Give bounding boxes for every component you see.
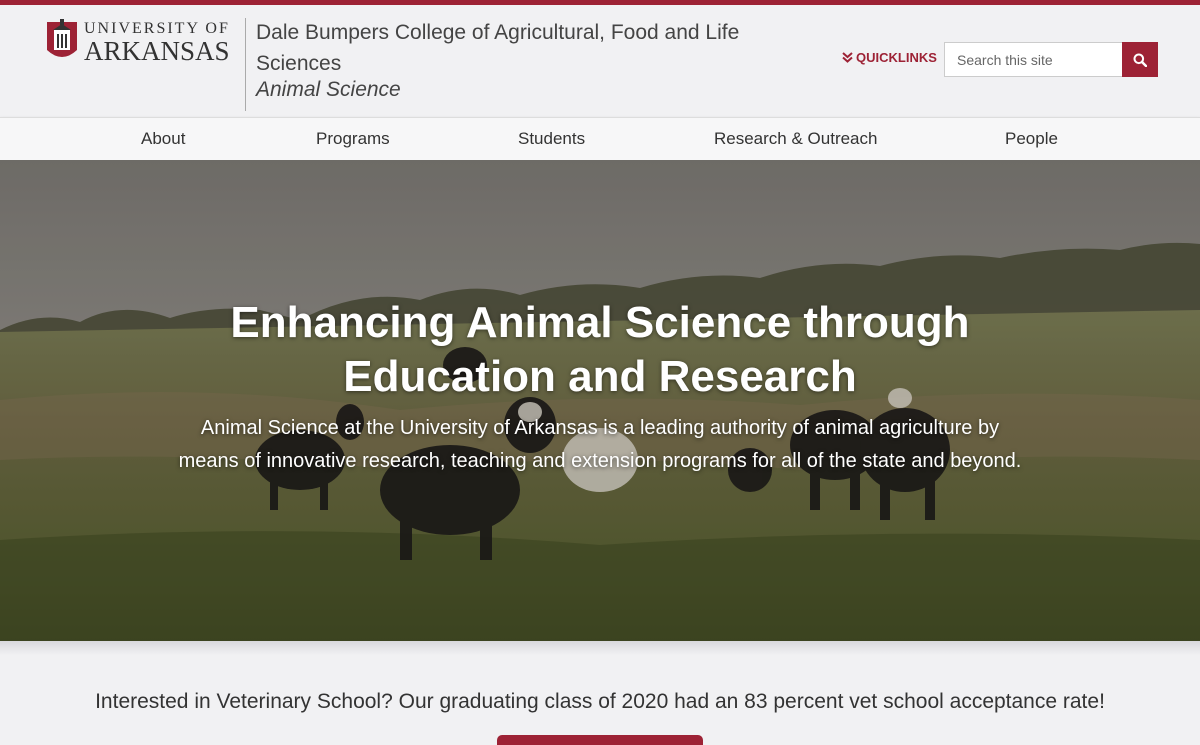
nav-item-people[interactable]: People bbox=[1005, 129, 1058, 149]
nav-item-programs[interactable]: Programs bbox=[316, 129, 390, 149]
college-name-link[interactable]: Dale Bumpers College of Agricultural, Fo… bbox=[256, 17, 776, 79]
university-logo-link[interactable]: UNIVERSITY OF ARKANSAS bbox=[46, 18, 236, 66]
department-name-link[interactable]: Animal Science bbox=[256, 78, 401, 102]
hero-title: Enhancing Animal Science through Educati… bbox=[150, 296, 1050, 404]
double-chevron-down-icon bbox=[842, 52, 853, 63]
hero-description: Animal Science at the University of Arka… bbox=[178, 417, 1022, 472]
vet-school-callout: Interested in Veterinary School? Our gra… bbox=[95, 690, 1105, 713]
quicklinks-label: QUICKLINKS bbox=[856, 50, 937, 65]
nav-item-research-outreach[interactable]: Research & Outreach bbox=[714, 129, 877, 149]
callout-button[interactable] bbox=[497, 735, 703, 745]
nav-item-about[interactable]: About bbox=[141, 129, 185, 149]
nav-item-students[interactable]: Students bbox=[518, 129, 585, 149]
search-input[interactable] bbox=[944, 42, 1122, 77]
hero-title-line-1: Enhancing Animal Science through bbox=[230, 298, 970, 347]
search-button[interactable] bbox=[1122, 42, 1158, 77]
main-navigation: About Programs Students Research & Outre… bbox=[0, 117, 1200, 160]
header-divider bbox=[245, 18, 246, 111]
hero-title-line-2: Education and Research bbox=[343, 352, 857, 401]
logo-line-2: ARKANSAS bbox=[84, 36, 230, 66]
site-search-form bbox=[944, 42, 1158, 77]
hero-banner: Enhancing Animal Science through Educati… bbox=[0, 160, 1200, 641]
university-seal-icon bbox=[47, 19, 77, 57]
quicklinks-toggle[interactable]: QUICKLINKS bbox=[842, 50, 937, 65]
logo-line-1: UNIVERSITY OF bbox=[84, 20, 230, 37]
site-header: UNIVERSITY OF ARKANSAS Dale Bumpers Coll… bbox=[0, 5, 1200, 117]
logo-wordmark: UNIVERSITY OF ARKANSAS bbox=[84, 18, 230, 65]
hero-bottom-shadow bbox=[0, 641, 1200, 655]
search-icon bbox=[1133, 53, 1147, 67]
